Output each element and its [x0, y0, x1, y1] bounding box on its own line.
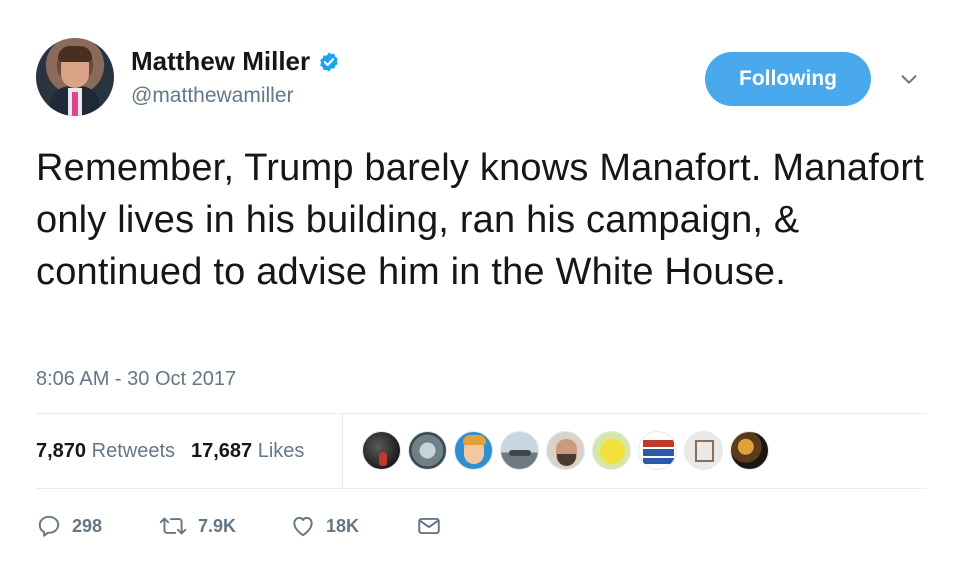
reply-button[interactable]: 298: [36, 513, 158, 539]
tweet-stats: 7,870 Retweets 17,687 Likes: [36, 414, 926, 488]
liker-avatar[interactable]: [638, 431, 677, 470]
likes-stat[interactable]: 17,687 Likes: [191, 440, 304, 463]
chevron-down-icon[interactable]: [898, 68, 920, 90]
likers-list: [362, 431, 769, 470]
retweets-count: 7,870: [36, 439, 87, 462]
liker-avatar[interactable]: [362, 431, 401, 470]
reply-icon: [38, 515, 60, 537]
liker-avatar[interactable]: [454, 431, 493, 470]
verified-badge-icon: [320, 51, 338, 72]
heart-icon: [293, 516, 313, 537]
tweet-header: Matthew Miller @matthewamiller Following: [36, 38, 936, 118]
display-name[interactable]: Matthew Miller: [131, 46, 310, 77]
liker-avatar[interactable]: [592, 431, 631, 470]
liker-avatar[interactable]: [500, 431, 539, 470]
likes-count: 17,687: [191, 439, 253, 462]
retweets-label: Retweets: [91, 439, 175, 462]
envelope-icon: [418, 517, 440, 535]
retweet-icon: [159, 517, 187, 535]
following-button[interactable]: Following: [705, 52, 871, 106]
retweet-count: 7.9K: [198, 515, 237, 536]
stats-separator: [342, 414, 343, 488]
like-button[interactable]: 18K: [290, 513, 416, 539]
direct-message-button[interactable]: [416, 513, 442, 539]
tweet-text: Remember, Trump barely knows Manafort. M…: [36, 147, 924, 293]
tweet-actions: 298 7.9K 18K: [36, 508, 442, 544]
retweets-stat[interactable]: 7,870 Retweets: [36, 440, 175, 463]
reply-count: 298: [72, 515, 103, 536]
liker-avatar[interactable]: [730, 431, 769, 470]
retweet-button[interactable]: 7.9K: [158, 513, 290, 539]
divider: [36, 488, 926, 489]
liker-avatar[interactable]: [408, 431, 447, 470]
user-handle[interactable]: @matthewamiller: [131, 84, 294, 108]
name-row: Matthew Miller: [131, 46, 340, 77]
tweet-timestamp[interactable]: 8:06 AM - 30 Oct 2017: [36, 368, 236, 391]
like-count: 18K: [326, 515, 360, 536]
likes-label: Likes: [257, 439, 305, 462]
user-avatar[interactable]: [36, 38, 114, 116]
liker-avatar[interactable]: [684, 431, 723, 470]
liker-avatar[interactable]: [546, 431, 585, 470]
